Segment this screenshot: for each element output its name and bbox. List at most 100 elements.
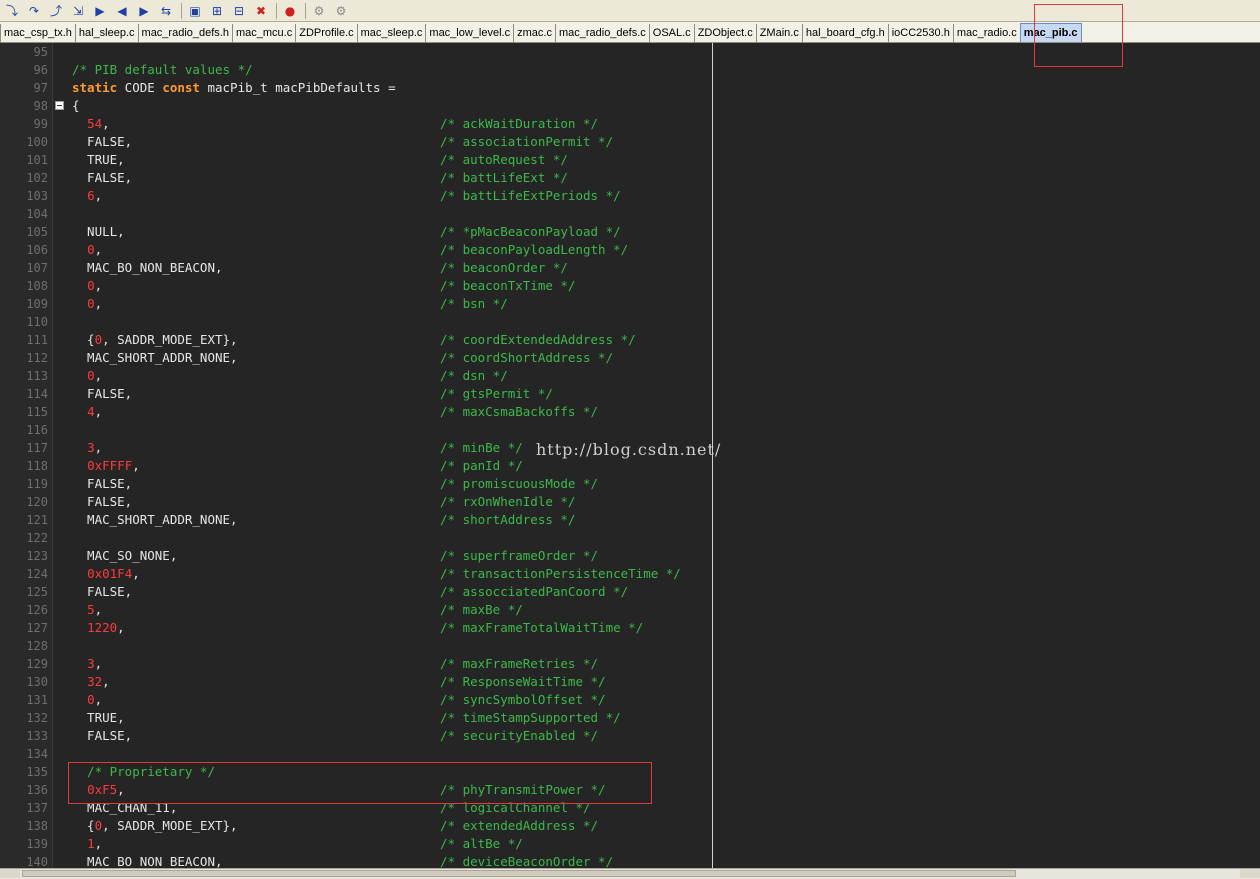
code-line[interactable]: 98 { (0, 97, 1258, 115)
step-out-icon[interactable]: ⤴ (46, 2, 66, 20)
step-over-icon[interactable]: ↷ (24, 2, 44, 20)
tab-iocc2530-h[interactable]: ioCC2530.h (887, 24, 953, 42)
tab-mac-low-level-c[interactable]: mac_low_level.c (425, 24, 514, 42)
code-line[interactable]: 139 1, /* altBe */ (0, 835, 1258, 853)
step-into-icon[interactable]: ⤵ (2, 2, 22, 20)
code-line[interactable]: 113 0, /* dsn */ (0, 367, 1258, 385)
code-text: MAC_BO_NON_BEACON, (72, 854, 223, 868)
code-line[interactable]: 110 (0, 313, 1258, 331)
tab-mac-mcu-c[interactable]: mac_mcu.c (231, 24, 296, 42)
tab-mac-sleep-c[interactable]: mac_sleep.c (356, 24, 426, 42)
tab-osal-c[interactable]: OSAL.c (648, 24, 694, 42)
tab-mac-radio-defs-c[interactable]: mac_radio_defs.c (554, 24, 649, 42)
code-line[interactable]: 114 FALSE, /* gtsPermit */ (0, 385, 1258, 403)
code-line[interactable]: 99 54, /* ackWaitDuration */ (0, 115, 1258, 133)
code-line[interactable]: 106 0, /* beaconPayloadLength */ (0, 241, 1258, 259)
code-comment: /* promiscuousMode */ (440, 476, 599, 491)
horizontal-scrollbar[interactable] (0, 868, 1260, 879)
code-line[interactable]: 129 3, /* maxFrameRetries */ (0, 655, 1258, 673)
code-line[interactable]: 140 MAC_BO_NON_BEACON, /* deviceBeaconOrd… (0, 853, 1258, 868)
code-line[interactable]: 125 FALSE, /* assocciatedPanCoord */ (0, 583, 1258, 601)
code-text: MAC_SHORT_ADDR_NONE, (72, 350, 238, 365)
tab-mac-csp-tx-h[interactable]: mac_csp_tx.h (0, 24, 75, 42)
code-line[interactable]: 121 MAC_SHORT_ADDR_NONE, /* shortAddress … (0, 511, 1258, 529)
bookmark-icon[interactable]: ▣ (185, 2, 205, 20)
tab-mac-radio-c[interactable]: mac_radio.c (952, 24, 1020, 42)
line-number: 138 (26, 819, 48, 833)
code-text: MAC_SO_NONE, (72, 548, 178, 563)
tab-zdobject-c[interactable]: ZDObject.c (693, 24, 756, 42)
code-line[interactable]: 104 (0, 205, 1258, 223)
line-number: 119 (26, 477, 48, 491)
line-number: 123 (26, 549, 48, 563)
code-line[interactable]: 115 4, /* maxCsmaBackoffs */ (0, 403, 1258, 421)
code-text: 0, (87, 296, 103, 311)
scroll-left-button[interactable] (0, 869, 20, 878)
line-number: 125 (26, 585, 48, 599)
code-comment: /* *pMacBeaconPayload */ (440, 224, 621, 239)
scrollbar-thumb[interactable] (22, 870, 1016, 877)
make-icon[interactable]: ⚙ (309, 2, 329, 20)
code-line[interactable]: 126 5, /* maxBe */ (0, 601, 1258, 619)
tab-mac-radio-defs-h[interactable]: mac_radio_defs.h (137, 24, 232, 42)
code-line[interactable]: 127 1220, /* maxFrameTotalWaitTime */ (0, 619, 1258, 637)
code-line[interactable]: 134 (0, 745, 1258, 763)
code-line[interactable]: 118 0xFFFF, /* panId */ (0, 457, 1258, 475)
back-icon[interactable]: ◀ (112, 2, 132, 20)
tab-hal-sleep-c[interactable]: hal_sleep.c (74, 24, 138, 42)
code-line[interactable]: 97 static CODE const macPib_t macPibDefau… (0, 79, 1258, 97)
code-comment: /* associationPermit */ (440, 134, 614, 149)
code-line[interactable]: 128 (0, 637, 1258, 655)
run-to-cursor-icon[interactable]: ⇲ (68, 2, 88, 20)
code-text: 1220, (87, 620, 125, 635)
line-number: 105 (26, 225, 48, 239)
line-number: 99 (33, 117, 48, 131)
toolbar-separator (181, 2, 182, 19)
line-number: 116 (26, 423, 48, 437)
tab-zmain-c[interactable]: ZMain.c (755, 24, 802, 42)
line-number: 104 (26, 207, 48, 221)
code-line[interactable]: 109 0, /* bsn */ (0, 295, 1258, 313)
code-line[interactable]: 100 FALSE, /* associationPermit */ (0, 133, 1258, 151)
code-line[interactable]: 102 FALSE, /* battLifeExt */ (0, 169, 1258, 187)
code-line[interactable]: 120 FALSE, /* rxOnWhenIdle */ (0, 493, 1258, 511)
code-line[interactable]: 112 MAC_SHORT_ADDR_NONE, /* coordShortAdd… (0, 349, 1258, 367)
code-line[interactable]: 111 {0, SADDR_MODE_EXT}, /* coordExtended… (0, 331, 1258, 349)
tab-hal-board-cfg-h[interactable]: hal_board_cfg.h (801, 24, 888, 42)
code-line[interactable]: 122 (0, 529, 1258, 547)
code-editor[interactable]: http://blog.csdn.net/ 95 96/* PIB default… (0, 43, 1260, 879)
enable-breakpoint-icon[interactable]: ⊟ (229, 2, 249, 20)
tab-zmac-c[interactable]: zmac.c (513, 24, 555, 42)
scroll-right-button[interactable] (1240, 869, 1260, 878)
line-number: 127 (26, 621, 48, 635)
line-number: 133 (26, 729, 48, 743)
code-text: TRUE, (72, 152, 125, 167)
code-line[interactable]: 116 (0, 421, 1258, 439)
toggle-breakpoint-icon[interactable]: ⊞ (207, 2, 227, 20)
tab-zdprofile-c[interactable]: ZDProfile.c (295, 24, 357, 42)
code-line[interactable]: 108 0, /* beaconTxTime */ (0, 277, 1258, 295)
code-line[interactable]: 107 MAC_BO_NON_BEACON, /* beaconOrder */ (0, 259, 1258, 277)
line-number: 103 (26, 189, 48, 203)
source-nav-icon[interactable]: ⇆ (156, 2, 176, 20)
code-line[interactable]: 130 32, /* ResponseWaitTime */ (0, 673, 1258, 691)
code-line[interactable]: 131 0, /* syncSymbolOffset */ (0, 691, 1258, 709)
code-line[interactable]: 101 TRUE, /* autoRequest */ (0, 151, 1258, 169)
clear-breakpoints-icon[interactable]: ✖ (251, 2, 271, 20)
next-statement-icon[interactable]: ▶ (90, 2, 110, 20)
code-line[interactable]: 119 FALSE, /* promiscuousMode */ (0, 475, 1258, 493)
code-line[interactable]: 105 NULL, /* *pMacBeaconPayload */ (0, 223, 1258, 241)
line-number: 106 (26, 243, 48, 257)
forward-icon[interactable]: ▶ (134, 2, 154, 20)
code-line[interactable]: 123 MAC_SO_NONE, /* superframeOrder */ (0, 547, 1258, 565)
code-line[interactable]: 133 FALSE, /* securityEnabled */ (0, 727, 1258, 745)
code-line[interactable]: 103 6, /* battLifeExtPeriods */ (0, 187, 1258, 205)
code-line[interactable]: 132 TRUE, /* timeStampSupported */ (0, 709, 1258, 727)
code-line[interactable]: 124 0x01F4, /* transactionPersistenceTime… (0, 565, 1258, 583)
line-number: 117 (26, 441, 48, 455)
stop-icon[interactable]: ● (280, 2, 300, 20)
code-line[interactable]: 117 3, /* minBe */ (0, 439, 1258, 457)
code-line[interactable]: 138 {0, SADDR_MODE_EXT}, /* extendedAddre… (0, 817, 1258, 835)
collapse-icon[interactable] (55, 101, 64, 110)
debug-icon[interactable]: ⚙ (331, 2, 351, 20)
